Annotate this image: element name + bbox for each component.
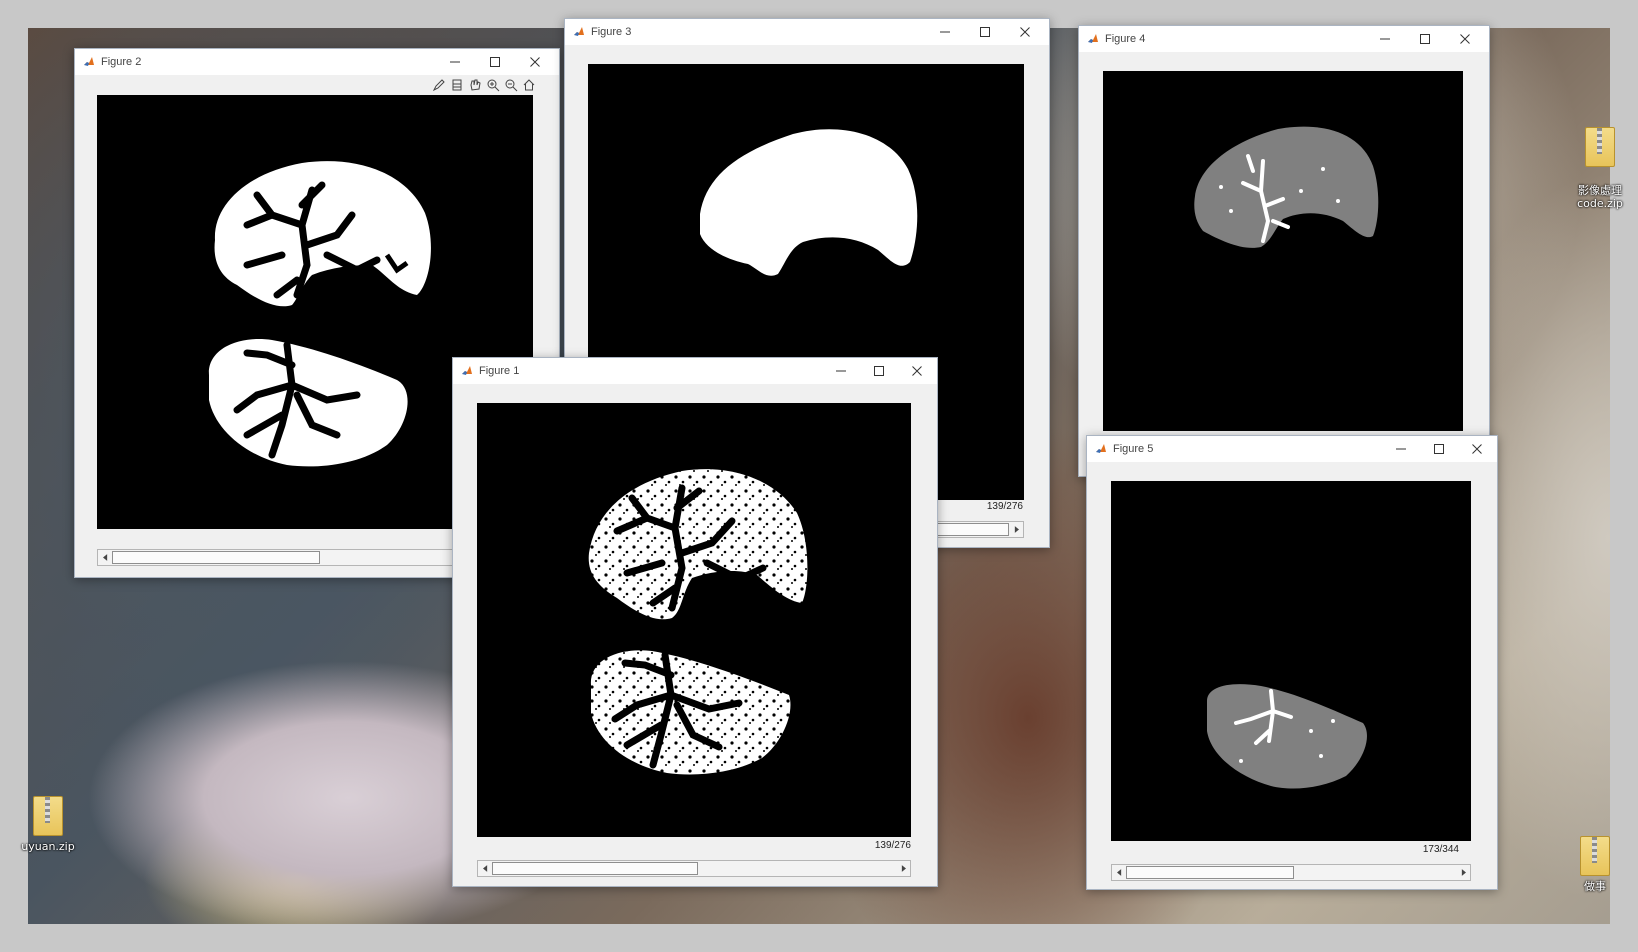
close-button[interactable] — [1457, 436, 1497, 462]
close-button[interactable] — [897, 358, 937, 384]
figure4-window[interactable]: Figure 4 — [1078, 25, 1490, 477]
lung-threshold-image — [588, 469, 808, 775]
home-icon[interactable] — [521, 77, 537, 93]
maximize-button[interactable] — [1405, 26, 1445, 52]
slice-readout: 139/276 — [874, 840, 911, 851]
scroll-right-arrow-icon[interactable] — [1456, 865, 1470, 880]
window-title: Figure 1 — [479, 365, 520, 377]
scroll-left-arrow-icon[interactable] — [478, 861, 492, 876]
matlab-logo-icon — [1095, 443, 1107, 455]
slice-readout: 173/344 — [1422, 844, 1459, 855]
slider-thumb[interactable] — [112, 551, 320, 564]
figure1-titlebar[interactable]: Figure 1 — [453, 358, 937, 384]
scroll-left-arrow-icon[interactable] — [98, 550, 112, 565]
desktop-icon-folder[interactable]: 做事 — [1570, 836, 1620, 893]
figure1-window[interactable]: Figure 1 139/276 — [452, 357, 938, 887]
slice-slider[interactable] — [1111, 864, 1471, 881]
close-button[interactable] — [1445, 26, 1485, 52]
window-title: Figure 4 — [1105, 33, 1146, 45]
matlab-logo-icon — [461, 365, 473, 377]
close-button[interactable] — [515, 49, 555, 75]
minimize-button[interactable] — [821, 358, 861, 384]
edit-plot-icon[interactable] — [431, 77, 447, 93]
desktop-icon-zip[interactable]: uyuan.zip — [16, 796, 80, 853]
figure2-titlebar[interactable]: Figure 2 — [75, 49, 559, 75]
minimize-button[interactable] — [435, 49, 475, 75]
figure1-image-axes — [477, 403, 911, 837]
close-button[interactable] — [1005, 19, 1045, 45]
desktop-icon-label: uyuan.zip — [21, 840, 75, 853]
insert-colorbar-icon[interactable] — [449, 77, 465, 93]
slice-slider[interactable] — [477, 860, 911, 877]
zoom-in-icon[interactable] — [485, 77, 501, 93]
figure4-titlebar[interactable]: Figure 4 — [1079, 26, 1489, 52]
zoom-out-icon[interactable] — [503, 77, 519, 93]
figure5-image-axes — [1111, 481, 1471, 841]
maximize-button[interactable] — [859, 358, 899, 384]
figure5-window[interactable]: Figure 5 173/344 — [1086, 435, 1498, 890]
maximize-button[interactable] — [965, 19, 1005, 45]
zip-folder-icon — [33, 796, 63, 836]
window-title: Figure 5 — [1113, 443, 1154, 455]
scroll-right-arrow-icon[interactable] — [896, 861, 910, 876]
figure3-titlebar[interactable]: Figure 3 — [565, 19, 1049, 45]
minimize-button[interactable] — [925, 19, 965, 45]
maximize-button[interactable] — [1419, 436, 1459, 462]
matlab-logo-icon — [573, 26, 585, 38]
slider-thumb[interactable] — [492, 862, 698, 875]
figure5-titlebar[interactable]: Figure 5 — [1087, 436, 1497, 462]
desktop-icon-zip[interactable]: 影像處理 code.zip — [1570, 114, 1630, 223]
desktop-icon-label: 做事 — [1584, 880, 1606, 893]
slider-thumb[interactable] — [1126, 866, 1294, 879]
window-title: Figure 2 — [101, 56, 142, 68]
figure4-image-axes — [1103, 71, 1463, 431]
window-title: Figure 3 — [591, 26, 632, 38]
matlab-logo-icon — [83, 56, 95, 68]
lung-gray-image — [1194, 126, 1379, 248]
pan-hand-icon[interactable] — [467, 77, 483, 93]
matlab-logo-icon — [1087, 33, 1099, 45]
minimize-button[interactable] — [1381, 436, 1421, 462]
lung-gray-image — [1207, 684, 1367, 789]
minimize-button[interactable] — [1365, 26, 1405, 52]
axes-toolbar — [431, 77, 537, 93]
maximize-button[interactable] — [475, 49, 515, 75]
slice-readout: 139/276 — [986, 501, 1023, 512]
scroll-right-arrow-icon[interactable] — [1009, 522, 1023, 537]
zip-folder-icon — [1585, 127, 1615, 167]
desktop-icon-label: 影像處理 code.zip — [1577, 184, 1623, 210]
zip-folder-icon — [1580, 836, 1610, 876]
scroll-left-arrow-icon[interactable] — [1112, 865, 1126, 880]
